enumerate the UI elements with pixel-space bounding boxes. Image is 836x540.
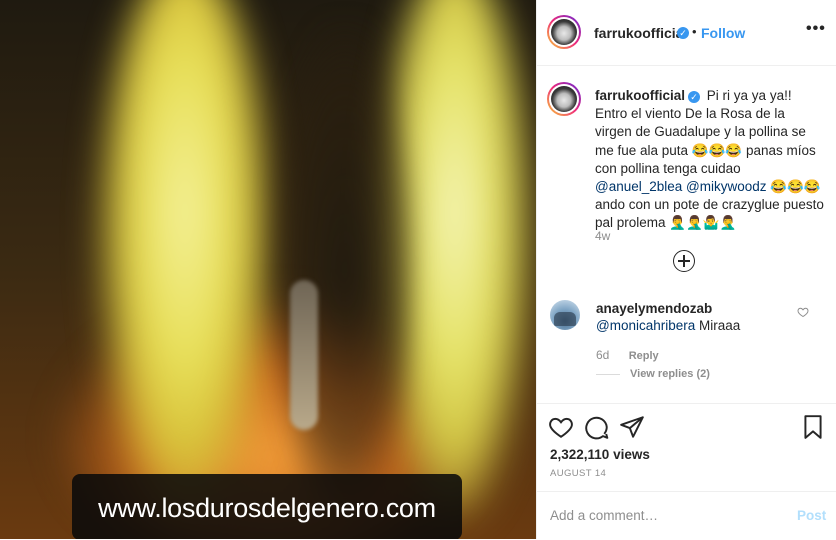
add-comment-bar: Post xyxy=(536,491,836,540)
add-comment-input[interactable] xyxy=(550,508,780,523)
post-side-panel: farrukoofficial ✓ • Follow ••• farrukoof… xyxy=(536,0,836,539)
save-bookmark-icon[interactable] xyxy=(800,414,826,440)
verified-badge-icon: ✓ xyxy=(688,91,701,103)
comment-meta: 6d Reply xyxy=(596,348,659,362)
caption-username[interactable]: farrukoofficial xyxy=(595,88,685,103)
post-actions: 2,322,110 views AUGUST 14 Post xyxy=(536,403,836,539)
commenter-username[interactable]: anayelymendozab xyxy=(596,301,712,316)
post-caption: farrukoofficial ✓ Pi ri ya ya ya!! Entro … xyxy=(595,87,825,233)
follow-button[interactable]: Follow xyxy=(701,25,745,41)
comment-bubble-icon[interactable] xyxy=(584,414,610,440)
header-separator: • xyxy=(692,24,697,39)
author-username[interactable]: farrukoofficial xyxy=(594,25,687,41)
view-replies-line xyxy=(596,373,620,375)
view-replies-button[interactable]: View replies (2) xyxy=(596,368,710,380)
load-more-comments-icon[interactable] xyxy=(673,250,695,272)
watermark-text: www.losdurosdelgenero.com xyxy=(98,493,436,523)
performer-arm xyxy=(290,280,318,430)
caption-mention[interactable]: @anuel_2blea xyxy=(595,179,682,194)
view-replies-label: View replies (2) xyxy=(630,368,710,380)
comment-like-heart-icon[interactable] xyxy=(797,306,809,318)
caption-timestamp[interactable]: 4w xyxy=(595,229,610,243)
caption-mention[interactable]: @mikywoodz xyxy=(686,179,766,194)
post-header: farrukoofficial ✓ • Follow ••• xyxy=(536,0,836,66)
comment-body: Miraaa xyxy=(699,318,741,333)
more-options-icon[interactable]: ••• xyxy=(806,20,826,38)
verified-badge-icon: ✓ xyxy=(677,27,689,39)
comment-text: @monicahribera Miraaa xyxy=(596,318,740,333)
share-paper-plane-icon[interactable] xyxy=(619,414,645,440)
reply-button[interactable]: Reply xyxy=(629,350,659,362)
commenter-avatar[interactable] xyxy=(550,300,580,330)
view-count[interactable]: 2,322,110 views xyxy=(550,447,650,462)
comments-scroll-area[interactable]: farrukoofficial ✓ Pi ri ya ya ya!! Entro … xyxy=(536,66,836,402)
author-avatar[interactable] xyxy=(547,15,581,49)
comment-mention[interactable]: @monicahribera xyxy=(596,318,695,333)
post-date[interactable]: AUGUST 14 xyxy=(550,468,606,479)
post-comment-button[interactable]: Post xyxy=(797,508,826,523)
caption-author-avatar[interactable] xyxy=(547,82,581,116)
post-video[interactable]: www.losdurosdelgenero.com xyxy=(0,0,536,539)
comment-timestamp[interactable]: 6d xyxy=(596,348,609,362)
like-heart-icon[interactable] xyxy=(548,414,574,440)
performer-silhouette xyxy=(270,20,420,520)
